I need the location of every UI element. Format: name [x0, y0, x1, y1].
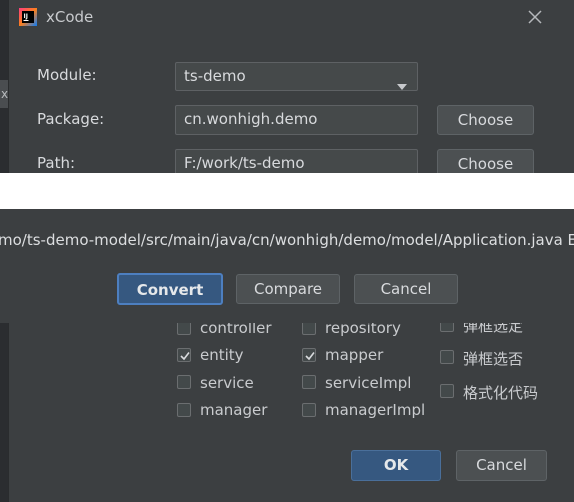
checkbox-format-code[interactable]	[440, 384, 454, 398]
popup-message: mo/ts-demo-model/src/main/java/cn/wonhig…	[0, 231, 574, 249]
module-select[interactable]: ts-demo	[175, 62, 418, 91]
checkbox-service[interactable]	[177, 375, 191, 389]
module-select-value: ts-demo	[184, 67, 246, 85]
popup-header-band	[0, 173, 574, 209]
checkbox-entity[interactable]	[177, 348, 191, 362]
checkbox-managerimpl-label: managerImpl	[325, 401, 426, 419]
module-label: Module:	[37, 66, 97, 84]
popup-cancel-button[interactable]: Cancel	[354, 274, 458, 304]
intellij-logo-icon: IJ	[19, 8, 37, 26]
checkbox-manager[interactable]	[177, 403, 191, 417]
checkbox-repository[interactable]	[302, 321, 316, 335]
package-field-value: cn.wonhigh.demo	[184, 110, 318, 128]
checkmark-icon	[180, 352, 190, 361]
compare-button[interactable]: Compare	[236, 274, 340, 304]
checkbox-service-label: service	[200, 374, 254, 392]
checkbox-serviceimpl-label: serviceImpl	[325, 374, 412, 392]
checkbox-mapper-label: mapper	[325, 346, 384, 364]
svg-text:IJ: IJ	[24, 13, 28, 20]
checkbox-mapper[interactable]	[302, 348, 316, 362]
checkbox-dialog-deny[interactable]	[440, 350, 454, 364]
checkmark-icon	[305, 352, 315, 361]
close-icon[interactable]	[525, 7, 545, 27]
ok-button[interactable]: OK	[351, 450, 441, 481]
package-choose-button[interactable]: Choose	[437, 105, 534, 135]
path-field-value: F:/work/ts-demo	[184, 154, 305, 172]
package-label: Package:	[37, 110, 105, 128]
conversion-popup: mo/ts-demo-model/src/main/java/cn/wonhig…	[0, 173, 574, 323]
checkbox-format-code-label: 格式化代码	[463, 384, 539, 402]
checkbox-entity-label: entity	[200, 346, 244, 364]
checkbox-serviceimpl[interactable]	[302, 375, 316, 389]
checkbox-controller[interactable]	[177, 321, 191, 335]
path-label: Path:	[37, 154, 76, 172]
chevron-down-icon	[396, 73, 408, 99]
window-title: xCode	[46, 8, 94, 26]
cancel-button[interactable]: Cancel	[456, 450, 547, 481]
convert-button[interactable]: Convert	[117, 273, 223, 305]
checkbox-managerimpl[interactable]	[302, 403, 316, 417]
package-field[interactable]: cn.wonhigh.demo	[175, 105, 418, 135]
checkbox-manager-label: manager	[200, 401, 268, 419]
checkbox-dialog-deny-label: 弹框选否	[463, 350, 524, 368]
